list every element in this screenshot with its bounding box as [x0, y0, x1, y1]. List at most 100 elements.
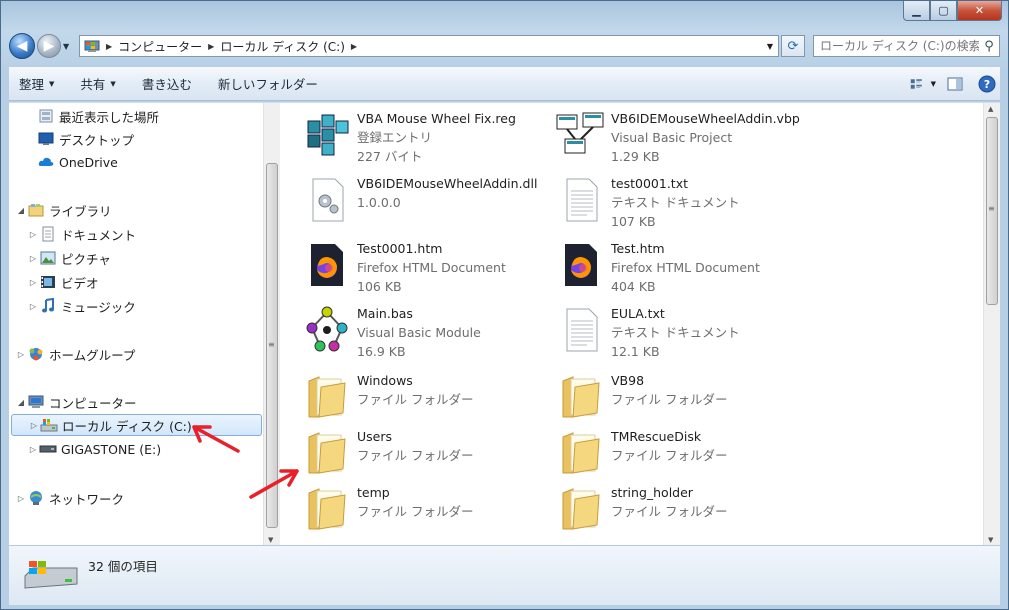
nav-item-local-disk[interactable]: ▷ ローカル ディスク (C:): [11, 414, 262, 436]
nav-item-desktop[interactable]: デスクトップ: [25, 128, 134, 150]
nav-item-onedrive[interactable]: OneDrive: [25, 151, 118, 173]
breadcrumb-computer[interactable]: コンピューター: [118, 38, 202, 55]
nav-item-libraries[interactable]: ◢ ライブラリ: [15, 199, 112, 221]
file-item[interactable]: VBA Mouse Wheel Fix.reg 登録エントリ 227 バイト: [301, 109, 551, 167]
back-button[interactable]: ◀: [9, 33, 35, 59]
expanded-triangle-icon[interactable]: ◢: [15, 206, 27, 215]
scroll-down-icon[interactable]: ▼: [268, 536, 273, 544]
folder-item[interactable]: Windows ファイル フォルダー: [301, 371, 551, 429]
collapsed-triangle-icon[interactable]: ▷: [15, 494, 27, 503]
search-icon[interactable]: ⚲: [979, 39, 999, 54]
organize-button[interactable]: 整理 ▼: [19, 74, 54, 93]
file-item[interactable]: EULA.txt テキスト ドキュメント 12.1 KB: [555, 304, 805, 362]
share-button[interactable]: 共有 ▼: [80, 74, 115, 93]
refresh-button[interactable]: ⟳: [781, 35, 805, 57]
item-name: EULA.txt: [611, 306, 665, 321]
expanded-triangle-icon[interactable]: ◢: [15, 398, 27, 407]
item-type: 1.0.0.0: [357, 195, 401, 210]
nav-item-pictures[interactable]: ▷ ピクチャ: [27, 247, 111, 269]
collapsed-triangle-icon[interactable]: ▷: [27, 230, 39, 239]
address-bar[interactable]: ▶ コンピューター ▶ ローカル ディスク (C:) ▶ ▼: [79, 35, 779, 57]
new-folder-button[interactable]: 新しいフォルダー: [218, 74, 318, 93]
history-dropdown[interactable]: ▼: [63, 42, 73, 51]
nav-label: デスクトップ: [59, 132, 135, 148]
caption-buttons: ▁ ▢ ✕: [903, 1, 1002, 21]
collapsed-triangle-icon[interactable]: ▷: [28, 421, 40, 430]
help-icon: ?: [978, 75, 996, 92]
search-input[interactable]: [820, 39, 979, 53]
folder-item[interactable]: TMRescueDisk ファイル フォルダー: [555, 427, 805, 485]
nav-item-network[interactable]: ▷ ネットワーク: [15, 487, 124, 509]
breadcrumb-separator[interactable]: ▶: [106, 42, 112, 51]
nav-label: ネットワーク: [49, 491, 125, 507]
forward-button[interactable]: ▶: [37, 34, 61, 58]
collapsed-triangle-icon[interactable]: ▷: [27, 302, 39, 311]
address-dropdown[interactable]: ▼: [762, 42, 778, 51]
maximize-button[interactable]: ▢: [930, 1, 957, 21]
view-options-button[interactable]: ▼: [910, 73, 936, 95]
file-item[interactable]: Main.bas Visual Basic Module 16.9 KB: [301, 304, 551, 362]
toolbar-right: ▼ ?: [904, 73, 1000, 95]
nav-item-videos[interactable]: ▷ ビデオ: [27, 271, 99, 293]
file-item[interactable]: Test0001.htm Firefox HTML Document 106 KB: [301, 239, 551, 297]
breadcrumb-local-disk[interactable]: ローカル ディスク (C:): [220, 38, 345, 55]
forward-arrow-icon: ▶: [43, 38, 55, 54]
item-text: Windows ファイル フォルダー: [357, 371, 473, 429]
pictures-icon: [39, 250, 57, 266]
content-scrollbar[interactable]: ▲ ≡ ▼: [983, 103, 1000, 546]
file-item[interactable]: Test.htm Firefox HTML Document 404 KB: [555, 239, 805, 297]
item-type: ファイル フォルダー: [357, 504, 474, 519]
close-button[interactable]: ✕: [957, 1, 1002, 21]
item-text: VB98 ファイル フォルダー: [611, 371, 727, 429]
burn-button[interactable]: 書き込む: [142, 74, 192, 93]
scroll-up-icon[interactable]: ▲: [988, 105, 993, 113]
close-icon: ✕: [974, 4, 985, 17]
maximize-icon: ▢: [938, 4, 949, 17]
homegroup-icon: [27, 346, 45, 362]
cloud-icon: [37, 154, 55, 170]
nav-item-homegroup[interactable]: ▷ ホームグループ: [15, 343, 135, 365]
collapsed-triangle-icon[interactable]: ▷: [27, 278, 39, 287]
collapsed-triangle-icon[interactable]: ▷: [27, 254, 39, 263]
breadcrumb-separator[interactable]: ▶: [208, 42, 214, 51]
item-size: 106 KB: [357, 279, 402, 294]
vb-module-icon: [301, 304, 353, 356]
minimize-button[interactable]: ▁: [903, 1, 930, 21]
view-tiles-icon: [910, 78, 922, 89]
breadcrumb-separator[interactable]: ▶: [351, 42, 357, 51]
preview-pane-button[interactable]: [942, 73, 968, 95]
nav-scrollbar[interactable]: ≡ ▼: [263, 103, 280, 546]
file-item[interactable]: test0001.txt テキスト ドキュメント 107 KB: [555, 174, 805, 232]
folder-item[interactable]: VB98 ファイル フォルダー: [555, 371, 805, 429]
nav-item-music[interactable]: ▷ ミュージック: [27, 295, 136, 317]
item-text: string_holder ファイル フォルダー: [611, 483, 727, 541]
nav-item-documents[interactable]: ▷ ドキュメント: [27, 223, 136, 245]
file-item[interactable]: VB6IDEMouseWheelAddin.vbp Visual Basic Pr…: [555, 109, 805, 167]
folder-item[interactable]: temp ファイル フォルダー: [301, 483, 551, 541]
recent-places-icon: [37, 108, 55, 124]
nav-item-gigastone[interactable]: ▷ GIGASTONE (E:): [27, 438, 161, 460]
item-name: VB6IDEMouseWheelAddin.vbp: [611, 111, 800, 126]
collapsed-triangle-icon[interactable]: ▷: [27, 445, 39, 454]
collapsed-triangle-icon[interactable]: ▷: [15, 350, 27, 359]
preview-pane-icon: [947, 77, 963, 90]
scroll-down-icon[interactable]: ▼: [988, 536, 993, 544]
firefox-doc-icon: [301, 239, 353, 291]
organize-label: 整理: [19, 77, 45, 92]
file-list: VBA Mouse Wheel Fix.reg 登録エントリ 227 バイト VB6I…: [281, 103, 985, 546]
folder-icon: [301, 483, 353, 535]
folder-item[interactable]: Users ファイル フォルダー: [301, 427, 551, 485]
nav-item-computer[interactable]: ◢ コンピューター: [15, 391, 137, 413]
refresh-icon: ⟳: [787, 38, 799, 54]
file-item[interactable]: VB6IDEMouseWheelAddin.dll 1.0.0.0: [301, 174, 551, 232]
computer-icon: [27, 394, 45, 410]
help-button[interactable]: ?: [974, 73, 1000, 95]
item-type: ファイル フォルダー: [611, 448, 728, 463]
folder-item[interactable]: string_holder ファイル フォルダー: [555, 483, 805, 541]
nav-item-recent[interactable]: 最近表示した場所: [25, 105, 159, 127]
item-type: ファイル フォルダー: [611, 392, 728, 407]
item-type: Firefox HTML Document: [357, 260, 506, 275]
nav-label: 最近表示した場所: [59, 109, 160, 125]
library-icon: [27, 202, 45, 218]
explorer-body: 最近表示した場所 デスクトップ OneDrive ◢ ライブラリ ▷ ドキュメン…: [9, 102, 1000, 546]
